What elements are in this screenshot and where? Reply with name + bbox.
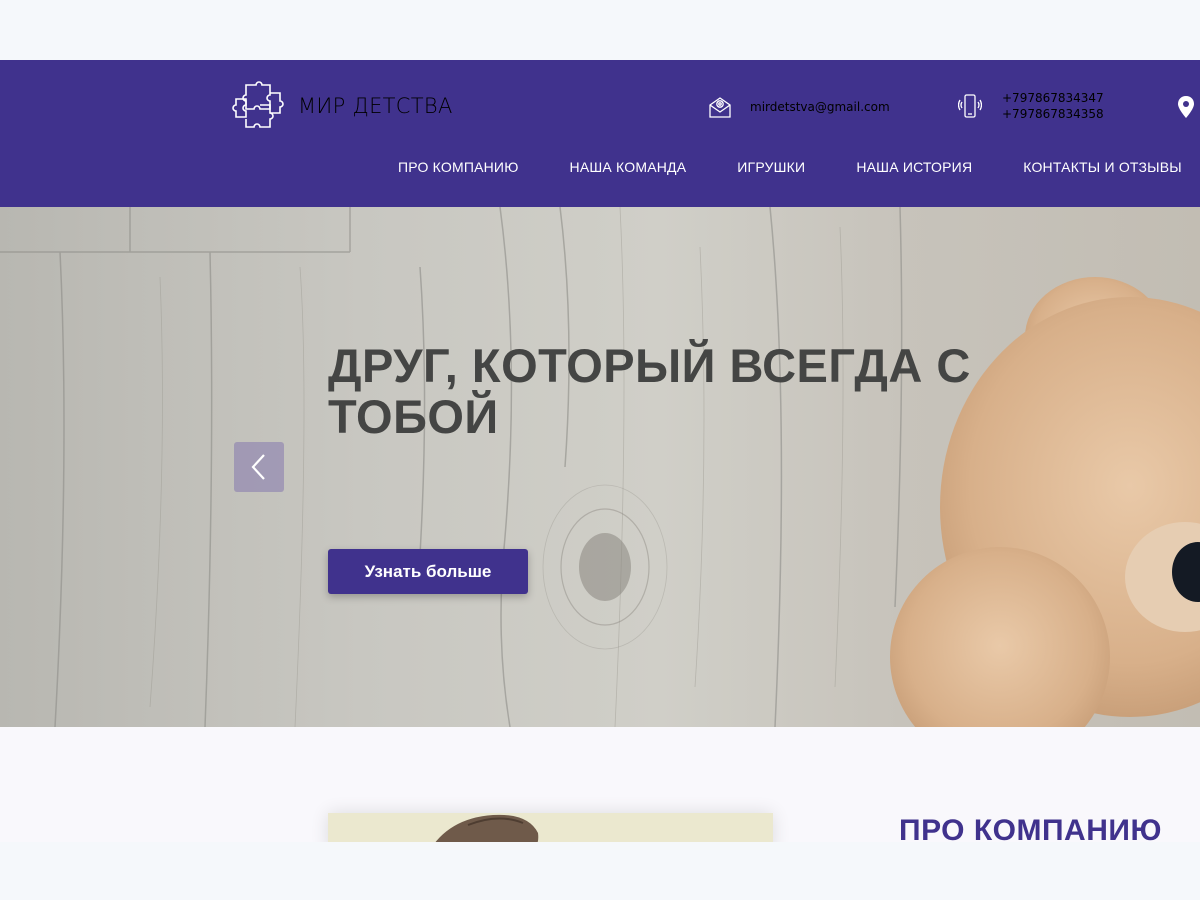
chevron-left-icon — [251, 454, 265, 480]
nav-item-about[interactable]: ПРО КОМПАНИЮ — [398, 159, 519, 175]
about-section: ПРО КОМПАНИЮ — [0, 727, 1200, 853]
site-header — [0, 60, 1200, 207]
envelope-icon — [709, 97, 731, 118]
teddy-bear-image — [890, 277, 1200, 727]
slider-prev-button[interactable] — [234, 442, 284, 492]
nav-item-history[interactable]: НАША ИСТОРИЯ — [856, 159, 972, 175]
puzzle-icon — [232, 81, 284, 128]
hero-title: ДРУГ, КОТОРЫЙ ВСЕГДА С ТОБОЙ — [328, 339, 971, 443]
hero-slider: ДРУГ, КОТОРЫЙ ВСЕГДА С ТОБОЙ Узнать боль… — [0, 207, 1200, 727]
phone-number-2[interactable]: +797867834358 — [1002, 106, 1104, 122]
bottom-band — [0, 842, 1200, 900]
phone-numbers: +797867834347 +797867834358 — [1002, 90, 1104, 122]
learn-more-button[interactable]: Узнать больше — [328, 549, 528, 594]
main-nav: ПРО КОМПАНИЮ НАША КОМАНДА ИГРУШКИ НАША И… — [398, 159, 1182, 175]
nav-item-toys[interactable]: ИГРУШКИ — [737, 159, 805, 175]
smartphone-icon — [958, 94, 982, 118]
brand-name: МИР ДЕТСТВА — [298, 94, 453, 118]
map-pin-icon[interactable] — [1176, 95, 1196, 119]
brand-logo[interactable]: МИР ДЕТСТВА — [232, 79, 453, 133]
email-text[interactable]: mirdetstva@gmail.com — [750, 99, 890, 115]
nav-item-contacts[interactable]: КОНТАКТЫ И ОТЗЫВЫ — [1023, 159, 1182, 175]
nav-item-team[interactable]: НАША КОМАНДА — [570, 159, 687, 175]
contact-phone[interactable]: +797867834347 +797867834358 — [958, 90, 1104, 122]
phone-number-1[interactable]: +797867834347 — [1002, 90, 1104, 106]
contact-email[interactable]: mirdetstva@gmail.com — [708, 95, 890, 119]
